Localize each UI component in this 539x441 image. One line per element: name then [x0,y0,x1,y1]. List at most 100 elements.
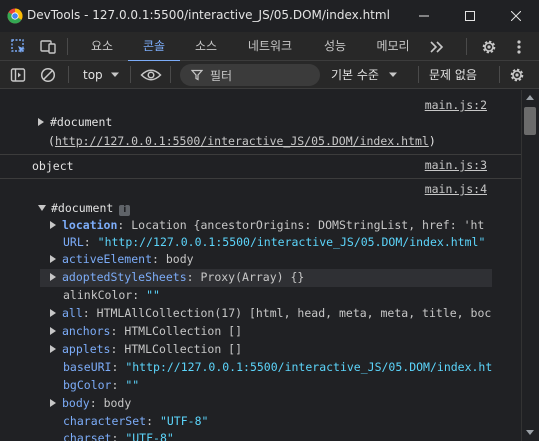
property-key: alinkColor [63,288,133,302]
console-output[interactable]: main.js:2 #document (http://127.0.0.1:55… [0,90,521,441]
maximize-icon [465,11,475,21]
console-message: object [32,159,74,173]
property-value: Location {ancestorOrigins: DOMStringList… [131,218,485,232]
property-key: URL [63,235,84,249]
context-selector[interactable]: top [78,65,120,85]
close-window-button[interactable] [493,0,539,32]
property-value: "UTF-8" [159,414,209,428]
console-settings-button[interactable] [507,65,527,85]
source-link[interactable]: main.js:3 [425,158,487,172]
expand-triangle-icon[interactable] [50,273,56,281]
title-bar: DevTools - 127.0.0.1:5500/interactive_JS… [0,0,539,32]
chrome-logo-icon [7,8,23,24]
scroll-down-arrow-icon[interactable] [526,430,534,435]
sidebar-toggle-icon [10,68,26,82]
property-value: body [103,396,132,410]
property-row[interactable]: URL: "http://127.0.0.1:5500/interactive_… [63,234,485,251]
double-chevron-right-icon [430,41,444,53]
expand-triangle-icon[interactable] [38,118,44,126]
property-row[interactable]: location: Location {ancestorOrigins: DOM… [50,217,484,234]
log-level-value: 기본 수준 [331,68,379,82]
inspect-cursor-icon [11,39,25,53]
property-row[interactable]: alinkColor: "" [63,287,160,304]
collapse-triangle-icon[interactable] [38,205,46,211]
tab-elements[interactable]: 요소 [78,32,126,61]
devtools-tab-bar: 요소 콘솔 소스 네트워크 성능 메모리 [0,32,539,62]
expand-triangle-icon[interactable] [50,309,56,317]
property-value: "UTF-8" [125,431,174,441]
property-key: location [62,218,118,232]
property-key: anchors [62,324,111,338]
device-toggle-icon [40,40,56,54]
context-selector-value: top [83,68,103,82]
scrollbar-thumb[interactable] [524,107,536,135]
console-message[interactable]: #document [38,114,112,131]
source-link[interactable]: main.js:2 [425,98,487,112]
filter-input[interactable]: 필터 [180,64,320,86]
minimize-button[interactable] [401,0,447,32]
show-sidebar-button[interactable] [8,65,28,85]
property-row[interactable]: charset: "UTF-8" [63,430,174,441]
message-text: #document [50,115,113,129]
chevron-down-icon [388,72,397,77]
live-expression-button[interactable] [139,65,163,85]
message-divider [0,154,521,155]
property-value: HTMLAllCollection(17) [html, head, meta,… [96,306,492,320]
property-row[interactable]: adoptedStyleSheets: Proxy(Array) {} [50,269,304,286]
property-row[interactable]: baseURI: "http://127.0.0.1:5500/interact… [63,359,492,376]
settings-button[interactable] [478,36,500,58]
property-key: characterSet [63,414,147,428]
property-key: adoptedStyleSheets [62,270,187,284]
message-text: #document [51,201,114,215]
source-link[interactable]: main.js:4 [425,182,487,196]
device-toolbar-button[interactable] [37,36,59,58]
scroll-up-arrow-icon[interactable] [526,95,534,100]
console-scrollbar[interactable] [521,90,539,441]
tab-network[interactable]: 네트워크 [236,32,304,61]
minimize-icon [419,15,429,17]
expand-triangle-icon[interactable] [50,399,56,407]
maximize-button[interactable] [447,0,493,32]
property-value: "http://127.0.0.1:5500/interactive_JS/05… [125,360,493,374]
toolbar-separator [68,66,69,83]
tab-console[interactable]: 콘솔 [128,32,180,62]
clear-circle-slash-icon [40,67,56,83]
console-message[interactable]: #document i [38,200,131,217]
property-value: "" [146,288,160,302]
property-row[interactable]: activeElement: body [50,251,194,268]
property-value: Proxy(Array) {} [200,270,305,284]
property-value: "http://127.0.0.1:5500/interactive_JS/05… [97,235,486,249]
tab-sources[interactable]: 소스 [182,32,230,61]
tab-performance[interactable]: 성능 [310,32,360,61]
property-row[interactable]: applets: HTMLCollection [] [50,341,242,358]
property-value: HTMLCollection [] [124,324,243,338]
document-url-link[interactable]: http://127.0.0.1:5500/interactive_JS/05.… [55,134,429,148]
console-message-link: (http://127.0.0.1:5500/interactive_JS/05… [48,134,436,148]
expand-triangle-icon[interactable] [50,345,56,353]
expand-triangle-icon[interactable] [50,255,56,263]
property-row[interactable]: bgColor: "" [63,377,139,394]
property-key: bgColor [63,378,112,392]
inspect-element-button[interactable] [8,36,30,58]
issues-count[interactable]: 문제 없음 [429,65,477,85]
property-value: "" [125,378,140,392]
expand-triangle-icon[interactable] [50,327,56,335]
property-row[interactable]: all: HTMLAllCollection(17) [html, head, … [50,305,491,322]
property-value: HTMLCollection [] [124,342,243,356]
more-tabs-button[interactable] [426,36,448,58]
property-key: baseURI [63,360,112,374]
close-icon [511,11,521,21]
console-toolbar: top 필터 기본 수준 문제 없음 [0,61,539,89]
property-row[interactable]: characterSet: "UTF-8" [63,413,208,430]
gear-icon [482,40,496,54]
clear-console-button[interactable] [38,65,58,85]
log-level-selector[interactable]: 기본 수준 [331,65,398,85]
tab-memory[interactable]: 메모리 [364,32,422,61]
property-row[interactable]: anchors: HTMLCollection [] [50,323,242,340]
tab-separator [466,38,467,55]
property-key: body [62,396,90,410]
property-row[interactable]: body: body [50,395,131,412]
filter-placeholder: 필터 [210,69,233,83]
customize-menu-button[interactable] [508,36,530,58]
expand-triangle-icon[interactable] [50,221,56,229]
